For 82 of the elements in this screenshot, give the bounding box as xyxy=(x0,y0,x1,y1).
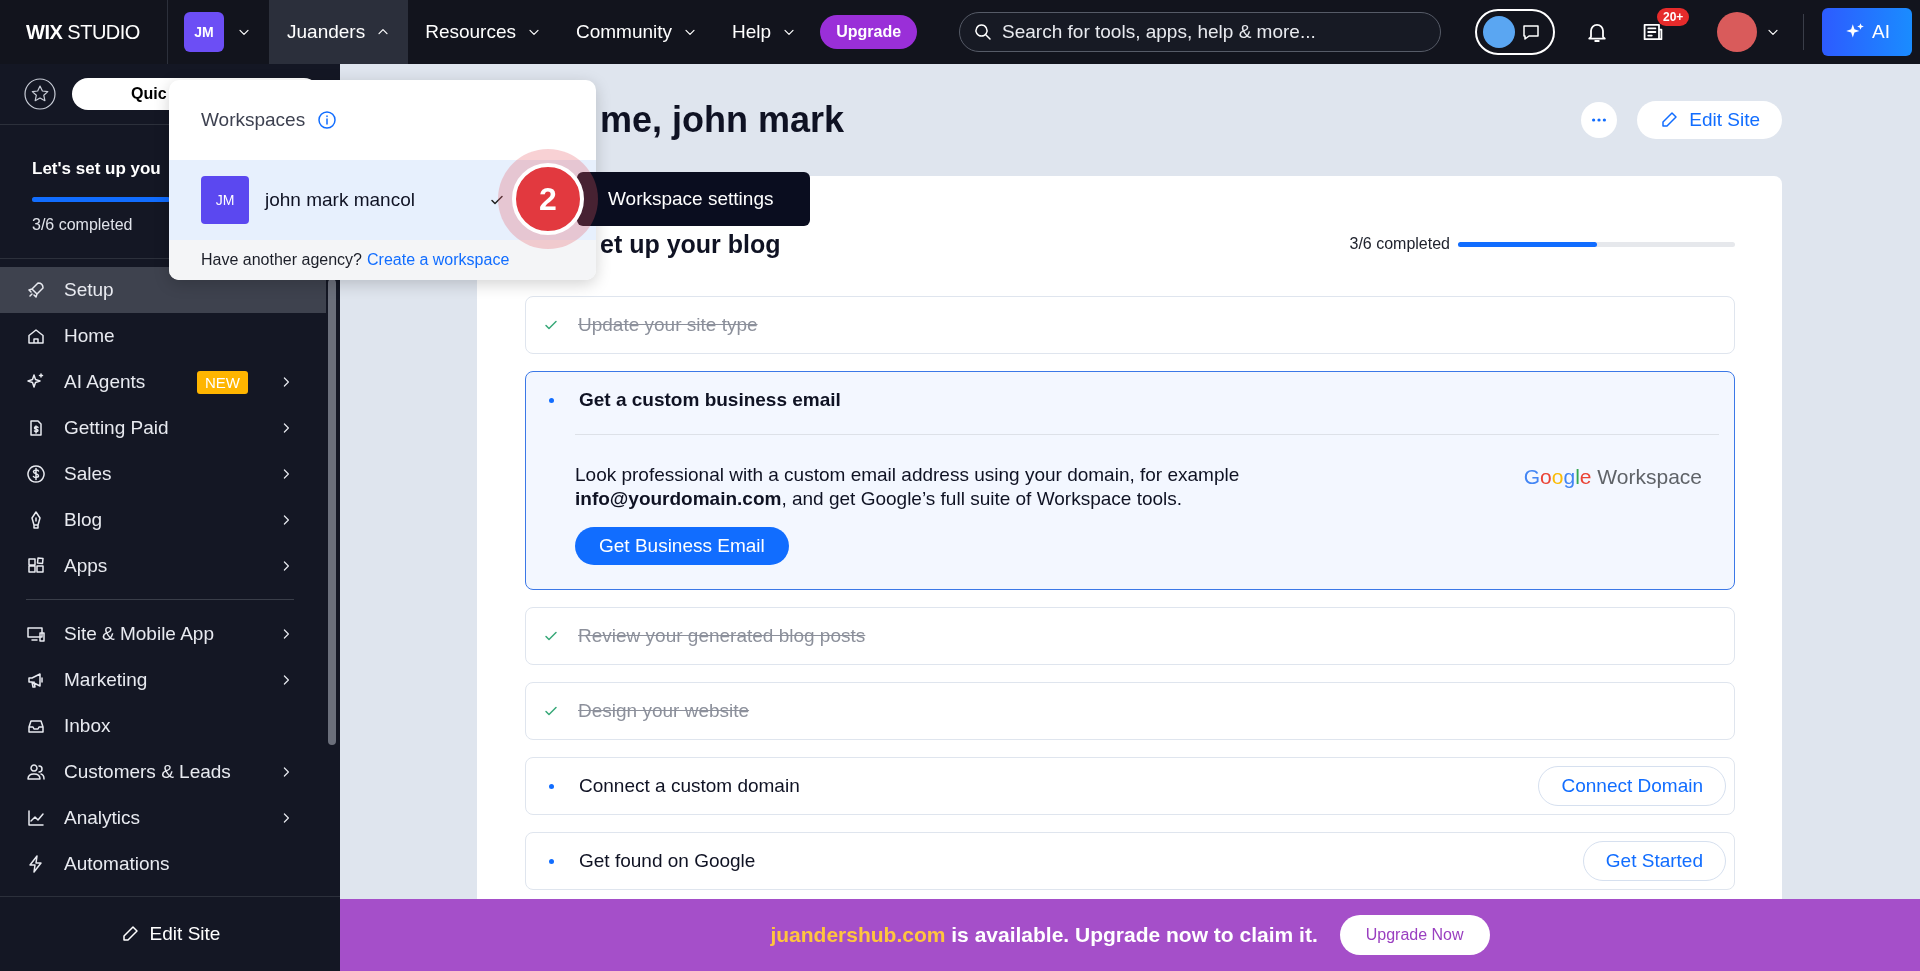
task-label: Review your generated blog posts xyxy=(578,625,866,647)
upgrade-now-button[interactable]: Upgrade Now xyxy=(1339,915,1490,955)
nav-item[interactable]: Home xyxy=(0,313,340,359)
chat-icon xyxy=(1521,22,1541,42)
create-workspace-link[interactable]: Create a workspace xyxy=(367,251,510,269)
rocket-icon xyxy=(26,280,46,300)
nav-menu[interactable]: Help xyxy=(715,0,815,64)
task-item[interactable] xyxy=(525,371,1735,590)
task-item[interactable]: Connect a custom domain Connect Domain xyxy=(525,757,1735,815)
nav-menu[interactable]: Resources xyxy=(408,0,559,64)
footer-text: Have another agency? xyxy=(201,251,362,269)
notification-badge: 20+ xyxy=(1657,8,1690,26)
nav-item[interactable]: Inbox xyxy=(0,703,340,749)
edit-site-button[interactable]: Edit Site xyxy=(1637,101,1782,139)
nav-item[interactable]: Customers & Leads xyxy=(0,749,340,795)
nav-label: AI Agents xyxy=(64,371,146,393)
task-action-button[interactable]: Get Business Email xyxy=(575,527,789,565)
task-label: Connect a custom domain xyxy=(579,775,800,797)
nav-label: Inbox xyxy=(64,715,111,737)
nav-label: Automations xyxy=(64,853,170,875)
setup-title: Let's set up you xyxy=(32,159,162,179)
grid-icon xyxy=(26,556,46,576)
nav-item[interactable]: AI Agents NEW xyxy=(0,359,340,405)
task-item[interactable]: Get found on Google Get Started xyxy=(525,832,1735,890)
dropdown-title: Workspaces xyxy=(201,109,306,131)
dollar-icon xyxy=(26,464,46,484)
workspace-name: john mark mancol xyxy=(265,189,416,211)
workspace-avatar[interactable]: JM xyxy=(184,12,224,52)
nav-item[interactable]: Site & Mobile App xyxy=(0,611,340,657)
nav-item[interactable]: Apps xyxy=(0,543,340,589)
edit-site-button[interactable]: Edit Site xyxy=(113,922,227,946)
nav-label: Blog xyxy=(64,509,103,531)
progress-text: 3/6 completed xyxy=(1349,235,1450,253)
search-icon xyxy=(973,22,994,42)
step-marker: 2 xyxy=(498,149,598,249)
task-action-button[interactable]: Get Started xyxy=(1582,841,1726,881)
ai-button[interactable]: AI xyxy=(1822,8,1912,56)
google-workspace-logo: Google Workspace xyxy=(1523,465,1702,489)
nav-item[interactable]: Getting Paid xyxy=(0,405,340,451)
task-action-button[interactable]: Connect Domain xyxy=(1538,766,1726,806)
profile-chat-button[interactable] xyxy=(1475,9,1555,55)
nav-label: Getting Paid xyxy=(64,417,169,439)
banner-message: juandershub.com is available. Upgrade now to claim it. xyxy=(770,923,1318,947)
nav-item[interactable]: Marketing xyxy=(0,657,340,703)
task-label: Get found on Google xyxy=(579,850,756,872)
new-badge: NEW xyxy=(197,370,248,394)
more-icon xyxy=(1592,118,1607,122)
nav-menu[interactable]: Community xyxy=(559,0,716,64)
user-avatar[interactable] xyxy=(1717,12,1757,52)
scrollbar-thumb[interactable] xyxy=(328,279,336,745)
welcome-heading: me, john mark xyxy=(600,99,845,141)
pencil-icon xyxy=(1659,110,1680,130)
nav-label: Analytics xyxy=(64,807,141,829)
nav-menu[interactable]: Juanders xyxy=(270,0,409,64)
nav-item[interactable]: Automations xyxy=(0,841,340,887)
checklist-title: et up your blog xyxy=(600,229,781,259)
task-label: Design your website xyxy=(578,700,750,722)
nav-item[interactable]: Blog xyxy=(0,497,340,543)
nav-label: Setup xyxy=(64,279,114,301)
nav-label: Home xyxy=(64,325,115,347)
upgrade-button[interactable]: Upgrade xyxy=(820,15,918,49)
megaphone-icon xyxy=(26,670,46,690)
task-label: Get a custom business email xyxy=(579,389,841,411)
task-label: Update your site type xyxy=(578,314,758,336)
chart-icon xyxy=(26,808,46,828)
nav-label: Site & Mobile App xyxy=(64,623,214,645)
search-field[interactable]: Search for tools, apps, help & more... xyxy=(959,12,1442,52)
nav-item[interactable]: Analytics xyxy=(0,795,340,841)
progress-text: 3/6 completed xyxy=(32,216,134,234)
tooltip: Workspace settings xyxy=(577,172,810,226)
people-icon xyxy=(26,762,46,782)
home-icon xyxy=(26,326,46,346)
nav-label: Customers & Leads xyxy=(64,761,231,783)
nav-label: Sales xyxy=(64,463,112,485)
workspace-avatar: JM xyxy=(201,176,249,224)
devices-icon xyxy=(26,624,46,644)
wix-studio-logo[interactable]: WIX STUDIO xyxy=(26,20,140,44)
nav-label: Apps xyxy=(64,555,108,577)
task-description: Look professional with a custom email address using your domain, for example info@yourdomain.com, and get Google’s full suite of Workspace tools. xyxy=(575,463,1241,511)
info-icon[interactable] xyxy=(317,110,338,130)
nav-item[interactable]: Sales xyxy=(0,451,340,497)
nav-label: Marketing xyxy=(64,669,148,691)
